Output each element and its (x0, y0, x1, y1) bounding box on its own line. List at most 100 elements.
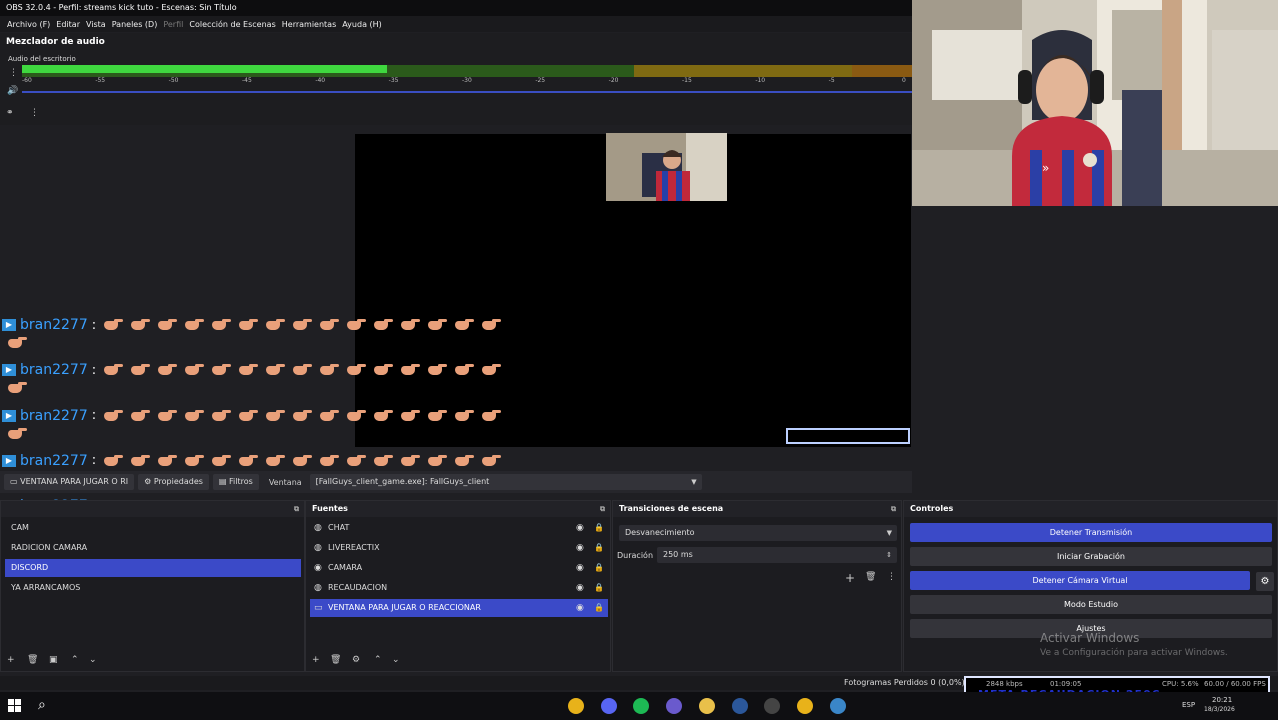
obs-desktop: OBS 32.0.4 - Perfil: streams kick tuto -… (0, 0, 1278, 720)
source-toolbar: ▭ VENTANA PARA JUGAR O RI ⚙ Propiedades … (0, 471, 912, 493)
discord-icon[interactable] (600, 698, 617, 714)
store-icon[interactable] (829, 698, 846, 714)
globe-icon: ◍ (314, 523, 322, 533)
speaker-icon[interactable]: 🔊 (7, 86, 18, 96)
trash-icon[interactable]: 🗑 (330, 655, 341, 665)
add-icon[interactable]: + (7, 655, 15, 665)
menu-item[interactable]: Vista (83, 20, 109, 29)
source-item[interactable]: ▭ VENTANA PARA JUGAR O REACCIONAR ◉ 🔒 (310, 599, 608, 617)
menu-item[interactable]: Archivo (F) (4, 20, 53, 29)
chevron-down-icon: ▼ (886, 529, 892, 537)
filter-icon[interactable]: ▣ (49, 655, 58, 665)
gamepad-icon[interactable] (666, 698, 683, 714)
eye-icon[interactable]: ◉ (576, 539, 584, 557)
trash-icon[interactable]: 🗑 (865, 572, 876, 582)
lock-icon[interactable]: 🔒 (594, 519, 604, 537)
source-item[interactable]: ◍ RECAUDACION ◉ 🔒 (310, 579, 608, 597)
meter-tick-label: -40 (315, 77, 326, 84)
meter-ticks: -60 -55 -50 -45 -40 -35 -30 -25 -20 -15 -10 -5 0 (22, 77, 912, 87)
lock-icon[interactable]: 🔒 (594, 599, 604, 617)
spotify-icon[interactable] (633, 698, 650, 714)
stop-streaming-button[interactable]: Detener Transmisión (910, 523, 1272, 542)
lock-icon[interactable]: 🔒 (594, 579, 604, 597)
mixer-menu-icon[interactable]: ⋮ (30, 108, 39, 118)
scene-item[interactable]: RADICION CAMARA (5, 539, 301, 557)
lock-icon[interactable]: 🔒 (594, 539, 604, 557)
activate-windows-subtitle: Ve a Configuración para activar Windows. (1040, 648, 1228, 658)
chrome-icon[interactable] (796, 698, 813, 714)
menu-item[interactable]: Perfil (160, 20, 186, 29)
gear-icon[interactable]: ⚙ (352, 655, 360, 665)
clock-date[interactable]: 18/3/2026 (1204, 706, 1235, 713)
source-item-label: RECAUDACION (328, 583, 388, 592)
sources-toolbar: + 🗑 ⚙ ⌃ ⌄ (306, 655, 612, 669)
source-item[interactable]: ◍ CHAT ◉ 🔒 (310, 519, 608, 537)
chevron-down-icon[interactable]: ⌄ (89, 655, 97, 665)
meter-tick-label: -25 (535, 77, 546, 84)
word-icon[interactable] (731, 698, 748, 714)
virtual-camera-settings-button[interactable]: ⚙ (1256, 572, 1274, 591)
mixer-source-name: Audio del escritorio (8, 55, 76, 63)
source-item[interactable]: ◍ LIVEREACTIX ◉ 🔒 (310, 539, 608, 557)
more-icon[interactable]: ⋮ (887, 572, 896, 582)
menu-item[interactable]: Paneles (D) (109, 20, 161, 29)
studio-mode-button[interactable]: Modo Estudio (910, 595, 1272, 614)
eye-icon[interactable]: ◉ (576, 559, 584, 577)
chrome-icon[interactable] (568, 698, 584, 714)
lock-icon[interactable]: 🔒 (594, 559, 604, 577)
undock-icon[interactable]: ⧉ (294, 501, 299, 517)
chevron-up-icon[interactable]: ⌃ (374, 655, 382, 665)
scene-item[interactable]: CAM (5, 519, 301, 537)
eye-icon[interactable]: ◉ (576, 599, 584, 617)
source-item[interactable]: ◉ CAMARA ◉ 🔒 (310, 559, 608, 577)
properties-button[interactable]: ⚙ Propiedades (138, 474, 209, 490)
trash-icon[interactable]: 🗑 (27, 655, 38, 665)
source-item-label: CHAT (328, 523, 350, 532)
undock-icon[interactable]: ⧉ (600, 501, 605, 517)
transition-select[interactable]: Desvanecimiento ▼ (619, 525, 897, 541)
meter-tick-label: -35 (388, 77, 399, 84)
scene-item[interactable]: YA ARRANCAMOS (5, 579, 301, 597)
dropped-frames: Fotogramas Perdidos 0 (0,0%) (844, 678, 965, 687)
menu-item[interactable]: Herramientas (279, 20, 340, 29)
chevron-down-icon: ▼ (691, 478, 697, 486)
chevron-down-icon[interactable]: ⌄ (392, 655, 400, 665)
activate-windows-title: Activar Windows (1040, 631, 1140, 645)
duration-input[interactable]: 250 ms ⇕ (657, 547, 897, 563)
menu-item[interactable]: Ayuda (H) (339, 20, 385, 29)
add-icon[interactable]: + (845, 571, 855, 585)
add-icon[interactable]: + (312, 655, 320, 665)
menu-item[interactable]: Editar (53, 20, 83, 29)
undock-icon[interactable]: ⧉ (891, 501, 896, 517)
eye-icon[interactable]: ◉ (576, 579, 584, 597)
windows-start-icon[interactable] (8, 699, 22, 713)
recaudacion-overlay[interactable] (786, 428, 910, 444)
clock-time[interactable]: 20:21 (1212, 696, 1232, 704)
chevron-up-icon[interactable]: ⌃ (71, 655, 79, 665)
audio-meter (22, 65, 912, 77)
meter-tick-label: -30 (462, 77, 472, 84)
stepper-icon[interactable]: ⇕ (886, 547, 892, 563)
link-icon[interactable]: ⚭ (6, 108, 14, 118)
menu-bar: Archivo (F) Editar Vista Paneles (D) Perfil C… (0, 16, 912, 32)
eye-icon[interactable]: ◉ (576, 519, 584, 537)
folder-icon[interactable] (698, 698, 715, 714)
window-icon: ▭ (314, 603, 323, 613)
preview-webcam-source[interactable] (606, 133, 727, 201)
menu-item[interactable]: Colección de Escenas (186, 20, 278, 29)
scene-item[interactable]: DISCORD (5, 559, 301, 577)
kebab-menu-icon[interactable]: ⋮ (9, 68, 18, 78)
window-select[interactable]: [FallGuys_client_game.exe]: FallGuys_cli… (309, 474, 702, 490)
meter-tick-label: -5 (828, 77, 835, 84)
language-indicator[interactable]: ESP (1182, 701, 1195, 709)
start-recording-button[interactable]: Iniciar Grabación (910, 547, 1272, 566)
volume-slider[interactable] (22, 91, 912, 93)
stop-virtual-camera-button[interactable]: Detener Cámara Virtual (910, 571, 1250, 590)
transitions-dock: Transiciones de escena ⧉ Desvanecimiento… (612, 500, 902, 672)
obs-icon[interactable] (764, 698, 781, 714)
meter-tick-label: -45 (242, 77, 252, 84)
search-icon[interactable]: ⌕ (38, 697, 46, 713)
filters-button[interactable]: ▤ Filtros (212, 474, 259, 490)
source-item-label: CAMARA (328, 563, 363, 572)
source-item-label: VENTANA PARA JUGAR O REACCIONAR (328, 603, 481, 612)
